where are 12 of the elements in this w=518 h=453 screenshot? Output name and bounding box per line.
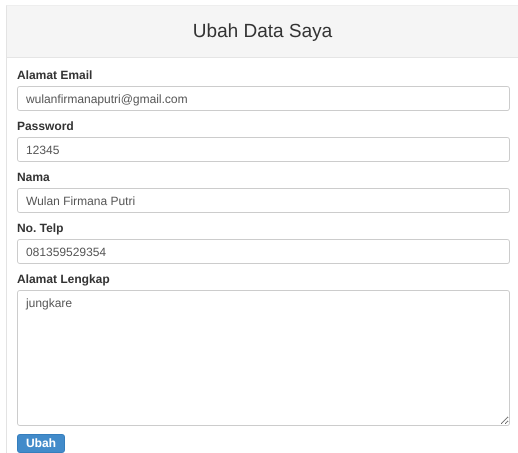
input-field[interactable]: 12345 [17, 137, 510, 162]
field-label: Alamat Lengkap [17, 272, 110, 286]
field-label: No. Telp [17, 221, 64, 235]
submit-button[interactable]: Ubah [17, 434, 65, 453]
text-area[interactable]: jungkare [17, 290, 510, 426]
input-field[interactable]: 081359529354 [17, 239, 510, 264]
input-field[interactable]: wulanfirmanaputri@gmail.com [17, 86, 510, 111]
field-label: Nama [17, 170, 50, 184]
field-label: Alamat Email [17, 68, 92, 82]
panel-title: Ubah Data Saya [192, 20, 332, 42]
input-field[interactable]: Wulan Firmana Putri [17, 188, 510, 213]
field-label: Password [17, 119, 74, 133]
